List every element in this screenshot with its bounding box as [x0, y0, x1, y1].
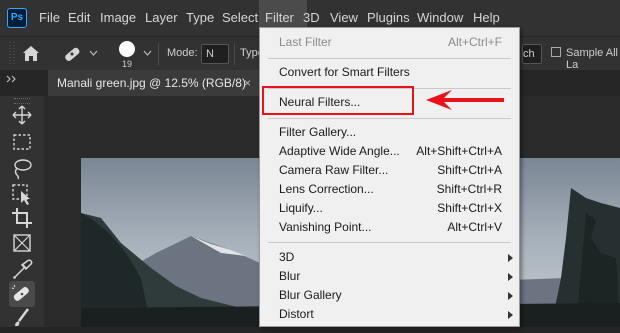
menu-item-distort[interactable]: Distort — [260, 305, 519, 324]
submenu-arrow-icon — [508, 273, 513, 281]
brush-tool-icon[interactable] — [9, 307, 35, 333]
home-icon[interactable] — [22, 45, 40, 62]
menu-image[interactable]: Image — [94, 0, 142, 36]
menu-layer[interactable]: Layer — [139, 0, 184, 36]
frame-tool-icon[interactable] — [9, 230, 35, 256]
menu-item-lens-correction[interactable]: Lens Correction... Shift+Ctrl+R — [260, 180, 519, 199]
document-tab-title: Manali green.jpg @ 12.5% (RGB/8) — [57, 76, 246, 90]
menu-item-last-filter: Last Filter Alt+Ctrl+F — [260, 33, 519, 52]
marquee-tool-icon[interactable] — [9, 129, 35, 155]
menu-item-label: Filter Gallery... — [279, 125, 357, 139]
menu-item-3d[interactable]: 3D — [260, 248, 519, 267]
menu-type[interactable]: Type — [180, 0, 220, 36]
menu-item-label: Blur Gallery — [279, 288, 342, 302]
menu-file[interactable]: File — [33, 0, 66, 36]
menu-edit[interactable]: Edit — [62, 0, 96, 36]
brush-preview-icon[interactable] — [117, 39, 137, 59]
red-arrow-icon — [426, 90, 504, 110]
crop-tool-icon[interactable] — [9, 205, 35, 231]
menu-item-shortcut: Alt+Shift+Ctrl+A — [416, 144, 502, 158]
healing-brush-icon[interactable] — [60, 43, 84, 65]
photoshop-logo-icon[interactable]: Ps — [7, 8, 27, 28]
mode-value: N — [206, 48, 214, 60]
menu-item-label: 3D — [279, 250, 295, 264]
menu-item-label: Convert for Smart Filters — [279, 65, 410, 79]
menu-item-vanishing-point[interactable]: Vanishing Point... Alt+Ctrl+V — [260, 218, 519, 237]
divider — [234, 43, 235, 65]
menu-item-camera-raw-filter[interactable]: Camera Raw Filter... Shift+Ctrl+A — [260, 161, 519, 180]
menu-item-liquify[interactable]: Liquify... Shift+Ctrl+X — [260, 199, 519, 218]
menu-item-label: Liquify... — [279, 201, 323, 215]
submenu-arrow-icon — [508, 254, 513, 262]
menu-item-label: Adaptive Wide Angle... — [279, 144, 400, 158]
menu-item-label: Last Filter — [279, 35, 332, 49]
chevron-down-icon[interactable] — [89, 50, 98, 57]
move-tool-icon[interactable] — [9, 102, 35, 128]
mode-select[interactable]: N — [201, 44, 229, 64]
menu-separator — [268, 242, 511, 243]
submenu-arrow-icon — [508, 311, 513, 319]
menu-item-label: Lens Correction... — [279, 182, 374, 196]
menu-item-blur-gallery[interactable]: Blur Gallery — [260, 286, 519, 305]
menu-item-shortcut: Shift+Ctrl+R — [436, 182, 502, 196]
menu-separator — [268, 118, 511, 119]
menu-item-label: Distort — [279, 307, 314, 321]
menu-item-adaptive-wide-angle[interactable]: Adaptive Wide Angle... Alt+Shift+Ctrl+A — [260, 142, 519, 161]
menu-item-convert-smart-filters[interactable]: Convert for Smart Filters — [260, 63, 519, 82]
spot-healing-icon[interactable] — [9, 281, 35, 307]
menu-item-filter-gallery[interactable]: Filter Gallery... — [260, 123, 519, 142]
menu-separator — [268, 58, 511, 59]
mode-label: Mode: — [167, 47, 198, 59]
lasso-tool-icon[interactable] — [9, 155, 35, 181]
sample-all-label: Sample All La — [566, 47, 618, 71]
filter-menu: Last Filter Alt+Ctrl+F Convert for Smart… — [259, 27, 520, 327]
highlight-box — [262, 86, 414, 115]
menu-item-shortcut: Shift+Ctrl+A — [437, 163, 502, 177]
menu-item-blur[interactable]: Blur — [260, 267, 519, 286]
submenu-arrow-icon — [508, 292, 513, 300]
menu-item-shortcut: Shift+Ctrl+X — [437, 201, 502, 215]
panel-grip-icon — [9, 42, 15, 66]
menu-select[interactable]: Select — [216, 0, 264, 36]
menu-item-shortcut: Alt+Ctrl+F — [447, 35, 502, 49]
menu-item-shortcut: Alt+Ctrl+V — [447, 220, 502, 234]
sample-all-checkbox[interactable] — [551, 47, 561, 57]
menu-item-label: Vanishing Point... — [279, 220, 372, 234]
chevron-down-icon[interactable] — [143, 50, 152, 57]
brush-size-value: 19 — [122, 59, 133, 69]
collapse-panel-icon[interactable] — [6, 75, 20, 83]
content-aware-text: ch — [523, 48, 535, 60]
object-select-icon[interactable] — [9, 181, 35, 207]
menu-item-label: Blur — [279, 269, 301, 283]
tools-panel — [0, 96, 44, 327]
divider — [158, 43, 159, 65]
content-aware-button[interactable]: ch — [522, 44, 542, 64]
menu-item-label: Camera Raw Filter... — [279, 163, 389, 177]
eyedropper-icon[interactable] — [9, 256, 35, 282]
document-tab[interactable]: Manali green.jpg @ 12.5% (RGB/8) × — [48, 70, 260, 96]
close-icon[interactable]: × — [244, 70, 251, 96]
